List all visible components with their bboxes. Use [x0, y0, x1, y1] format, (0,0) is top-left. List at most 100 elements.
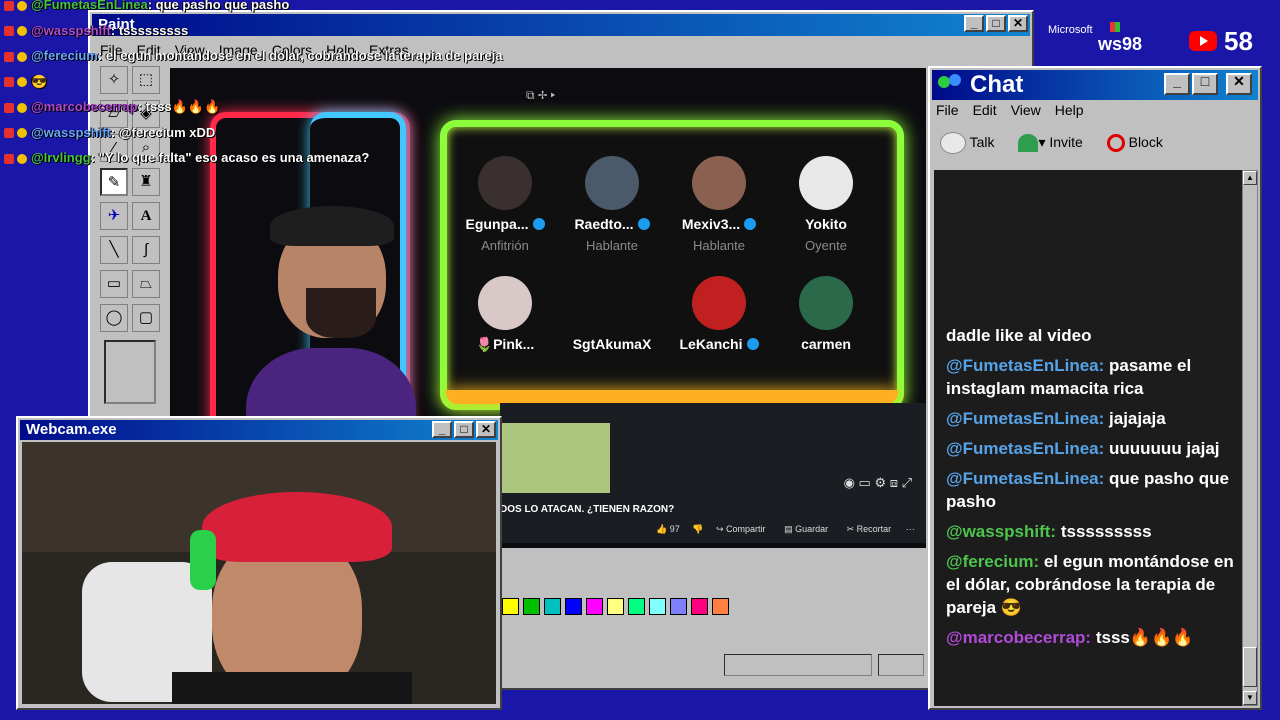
webcam-maximize-button[interactable]: □ — [454, 421, 474, 438]
palette-swatch[interactable] — [670, 598, 687, 615]
speaker-name-text: Raedto... — [574, 216, 634, 232]
chat-menu-file[interactable]: File — [936, 102, 959, 118]
scroll-thumb[interactable] — [1243, 647, 1257, 687]
chat-message: @FumetasEnLinea: uuuuuuu jajaj — [946, 437, 1234, 460]
overlay-chat-user: @FumetasEnLinea — [31, 0, 148, 12]
badge-icon — [17, 26, 27, 37]
palette-swatch[interactable] — [628, 598, 645, 615]
palette-swatch[interactable] — [565, 598, 582, 615]
block-button[interactable]: Block — [1106, 134, 1163, 152]
share-button[interactable]: ↪ Compartir — [716, 524, 766, 534]
speaker-name: Mexiv3... — [674, 216, 764, 232]
speaker-tile[interactable]: Egunpa... Anfitrión — [460, 156, 550, 253]
overlay-chat-user: @Irvlingg — [31, 150, 91, 165]
webcam-title: Webcam.exe — [26, 421, 117, 438]
overlay-chat-user: @wasspshift — [31, 22, 111, 38]
webcam-minimize-button[interactable]: _ — [432, 421, 452, 438]
chat-message: dadle like al video — [946, 324, 1234, 347]
close-button[interactable]: ✕ — [1008, 15, 1028, 32]
badge-icon — [17, 77, 27, 88]
overlay-chat-text: : que pasho que pasho — [147, 0, 290, 12]
chat-messages-pane[interactable]: dadle like al video @FumetasEnLinea: pasa… — [934, 170, 1242, 706]
palette-swatch[interactable] — [649, 598, 666, 615]
chat-menu-view[interactable]: View — [1011, 102, 1041, 118]
talk-button[interactable]: Talk — [940, 132, 995, 154]
paint-palette-area — [500, 584, 926, 650]
youtube-icon — [4, 102, 14, 113]
overlay-chat-user: @wasspshift — [31, 124, 111, 140]
player-controls[interactable]: ◉ ▭ ⚙ ⧈ ⤢ — [844, 475, 912, 491]
speaker-tile[interactable]: carmen — [781, 276, 871, 358]
scroll-down-button[interactable]: ▼ — [1243, 691, 1257, 705]
stream-mini-controls: ⧉ ✢ ▸ — [526, 88, 556, 102]
pencil-tool[interactable]: ✎ — [100, 168, 128, 196]
chat-message: @FumetasEnLinea: que pasho que pasho — [946, 467, 1234, 513]
youtube-icon — [1189, 31, 1217, 51]
text-tool[interactable]: A — [132, 202, 160, 230]
paint-titlebar[interactable]: Paint — [92, 14, 1030, 36]
chat-message: @wasspshift: tsssssssss — [946, 520, 1234, 543]
speaker-tile[interactable]: 🌷Pink... — [460, 276, 550, 359]
airbrush-tool[interactable]: ✈ — [100, 202, 128, 230]
rectangle-tool[interactable]: ▭ — [100, 270, 128, 298]
chat-toolbar: Talk ▾ Invite Block — [940, 132, 1163, 154]
tool-options-box[interactable] — [104, 340, 156, 404]
speaker-role: Oyente — [805, 238, 847, 253]
chat-menu-help[interactable]: Help — [1055, 102, 1084, 118]
palette-swatch[interactable] — [586, 598, 603, 615]
speaker-tile[interactable]: SgtAkumaX — [567, 276, 657, 358]
free-select-tool[interactable]: ✧ — [100, 66, 128, 94]
chat-maximize-button[interactable]: □ — [1192, 73, 1218, 95]
minimize-button[interactable]: _ — [964, 15, 984, 32]
palette-swatch[interactable] — [502, 598, 519, 615]
speaker-role: Anfitrión — [481, 238, 529, 253]
speaker-name-text: 🌷Pink... — [475, 336, 535, 352]
palette-swatch[interactable] — [712, 598, 729, 615]
webcam-titlebar[interactable]: Webcam.exe — [20, 420, 498, 440]
ellipse-tool[interactable]: ◯ — [100, 304, 128, 332]
scroll-up-button[interactable]: ▲ — [1243, 171, 1257, 185]
avatar — [799, 276, 853, 330]
clip-button[interactable]: ✂ Recortar — [847, 524, 892, 534]
verified-icon — [746, 338, 759, 350]
overlay-chat-line: @Irvlingg: "Y lo que falta" eso acaso es… — [4, 150, 369, 165]
rect-select-tool[interactable]: ⬚ — [132, 66, 160, 94]
speaker-name-text: Mexiv3... — [681, 216, 741, 232]
palette-swatch[interactable] — [544, 598, 561, 615]
save-video-button[interactable]: ▤ Guardar — [784, 524, 828, 534]
speaker-tile[interactable]: Mexiv3... Hablante — [674, 156, 764, 253]
speaker-name-text: SgtAkumaX — [572, 336, 652, 352]
palette-swatch[interactable] — [691, 598, 708, 615]
badge-icon — [17, 51, 27, 62]
chat-message-list: dadle like al video @FumetasEnLinea: pasa… — [946, 324, 1234, 656]
line-tool[interactable]: ╲ — [100, 236, 128, 264]
speaker-tile[interactable]: Raedto... Hablante — [567, 156, 657, 253]
chat-close-button[interactable]: ✕ — [1226, 73, 1252, 95]
speaker-name: Yokito — [781, 216, 871, 232]
chat-scrollbar[interactable]: ▲ ▼ — [1242, 170, 1258, 706]
invite-button[interactable]: ▾ Invite — [1018, 134, 1083, 152]
brush-tool[interactable]: ♜ — [132, 168, 160, 196]
more-button[interactable]: ··· — [906, 524, 915, 534]
chat-message: @marcobecerrap: tsss🔥🔥🔥 — [946, 626, 1234, 649]
avatar — [585, 156, 639, 210]
palette-swatch[interactable] — [607, 598, 624, 615]
maximize-button[interactable]: □ — [986, 15, 1006, 32]
webcam-close-button[interactable]: ✕ — [476, 421, 496, 438]
speaker-tile[interactable]: LeKanchi — [674, 276, 764, 358]
polygon-tool[interactable]: ⏢ — [132, 270, 160, 298]
like-button[interactable]: 👍 97 — [656, 524, 680, 534]
video-player-bar: ◉ ▭ ⚙ ⧈ ⤢ — [500, 403, 926, 543]
chat-minimize-button[interactable]: _ — [1164, 73, 1190, 95]
dislike-button[interactable]: 👎 — [692, 524, 703, 534]
overlay-chat-line: @ferecium: el egun montándose en el dóla… — [4, 48, 502, 63]
curve-tool[interactable]: ∫ — [132, 236, 160, 264]
chat-title: Chat — [970, 71, 1024, 98]
headset-icon — [190, 530, 216, 590]
rounded-rect-tool[interactable]: ▢ — [132, 304, 160, 332]
palette-swatch[interactable] — [523, 598, 540, 615]
video-thumbnail-notes — [500, 423, 610, 493]
speaker-tile[interactable]: Yokito Oyente — [781, 156, 871, 253]
chat-menu-edit[interactable]: Edit — [973, 102, 997, 118]
talk-icon — [940, 132, 966, 154]
